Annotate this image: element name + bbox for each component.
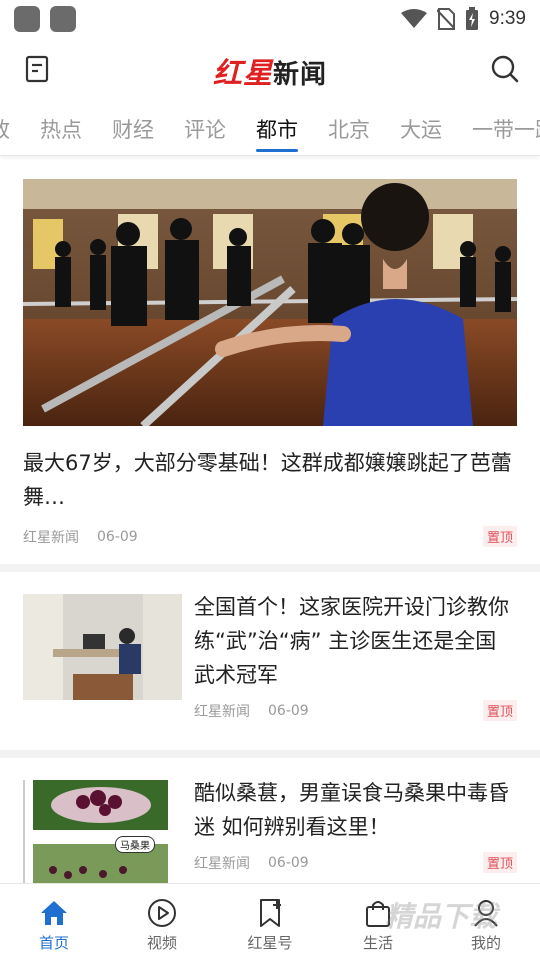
app-logo: 红星新闻 — [0, 50, 540, 92]
news-feed: 最大67岁，大部分零基础！这群成都嬢嬢跳起了芭蕾舞… 红星新闻 06-09 置顶… — [0, 157, 540, 883]
status-bar: 9:39 — [0, 0, 540, 38]
no-sim-icon — [437, 8, 456, 30]
tab-hot[interactable]: 热点 — [25, 102, 97, 155]
status-time: 9:39 — [489, 8, 526, 29]
article-thumbnail — [23, 594, 182, 700]
article-date: 06-09 — [268, 702, 309, 719]
article-source: 红星新闻 — [194, 703, 250, 720]
pinned-badge: 置顶 — [482, 852, 517, 873]
article-source: 红星新闻 — [194, 855, 250, 872]
watermark: 精品下载 — [385, 900, 498, 933]
nav-video[interactable]: 视频 — [108, 884, 216, 960]
app-header: 红星新闻 — [0, 38, 540, 102]
nav-label: 红星号 — [247, 934, 293, 952]
article-source: 红星新闻 — [23, 529, 79, 546]
bookmark-star-icon — [255, 898, 285, 928]
battery-charging-icon — [466, 7, 479, 30]
notification-app-icon — [50, 6, 76, 32]
article-title: 全国首个！这家医院开设门诊教你练“武”治“病” 主诊医生还是全国武术冠军 — [194, 595, 509, 687]
featured-article[interactable]: 最大67岁，大部分零基础！这群成都嬢嬢跳起了芭蕾舞… 红星新闻 06-09 置顶 — [0, 157, 540, 572]
channel-tabs: 政 热点 财经 评论 都市 北京 大运 一带一路 — [0, 102, 540, 156]
article-thumbnail: 马桑果 — [23, 780, 182, 883]
tab-beijing[interactable]: 北京 — [313, 102, 385, 155]
home-icon — [39, 898, 69, 928]
search-icon — [491, 55, 519, 83]
article-title: 酷似桑葚，男童误食马桑果中毒昏迷 如何辨别看这里！ — [194, 781, 509, 839]
tab-belt-road[interactable]: 一带一路 — [457, 102, 540, 155]
tab-universiade[interactable]: 大运 — [385, 102, 457, 155]
pinned-badge: 置顶 — [482, 700, 517, 721]
featured-image — [23, 179, 517, 426]
article-date: 06-09 — [268, 854, 309, 871]
wifi-icon — [401, 9, 428, 28]
search-button[interactable] — [488, 52, 522, 86]
article-meta: 红星新闻 06-09 置顶 — [194, 852, 517, 873]
play-icon — [147, 898, 177, 928]
article-date: 06-09 — [97, 528, 138, 545]
nav-home[interactable]: 首页 — [0, 884, 108, 960]
article-meta: 红星新闻 06-09 置顶 — [194, 700, 517, 721]
tab-partial[interactable]: 政 — [0, 102, 25, 155]
article-meta: 红星新闻 06-09 置顶 — [23, 526, 517, 547]
list-item[interactable]: 马桑果 酷似桑葚，男童误食马桑果中毒昏迷 如何辨别看这里！ 红星新闻 06-09… — [0, 758, 540, 883]
featured-title: 最大67岁，大部分零基础！这群成都嬢嬢跳起了芭蕾舞… — [23, 451, 512, 509]
nav-hongxing-account[interactable]: 红星号 — [216, 884, 324, 960]
tab-city[interactable]: 都市 — [241, 102, 313, 155]
notification-app-icon — [14, 6, 40, 32]
nav-label: 首页 — [38, 934, 69, 952]
thumb-caption: 马桑果 — [115, 836, 155, 853]
tab-comment[interactable]: 评论 — [169, 102, 241, 155]
list-item[interactable]: 全国首个！这家医院开设门诊教你练“武”治“病” 主诊医生还是全国武术冠军 红星新… — [0, 572, 540, 758]
pinned-badge: 置顶 — [482, 526, 517, 547]
logo-black-text: 新闻 — [273, 60, 328, 90]
logo-red-text: 红星 — [212, 56, 273, 90]
tab-finance[interactable]: 财经 — [97, 102, 169, 155]
nav-label: 视频 — [146, 934, 177, 952]
